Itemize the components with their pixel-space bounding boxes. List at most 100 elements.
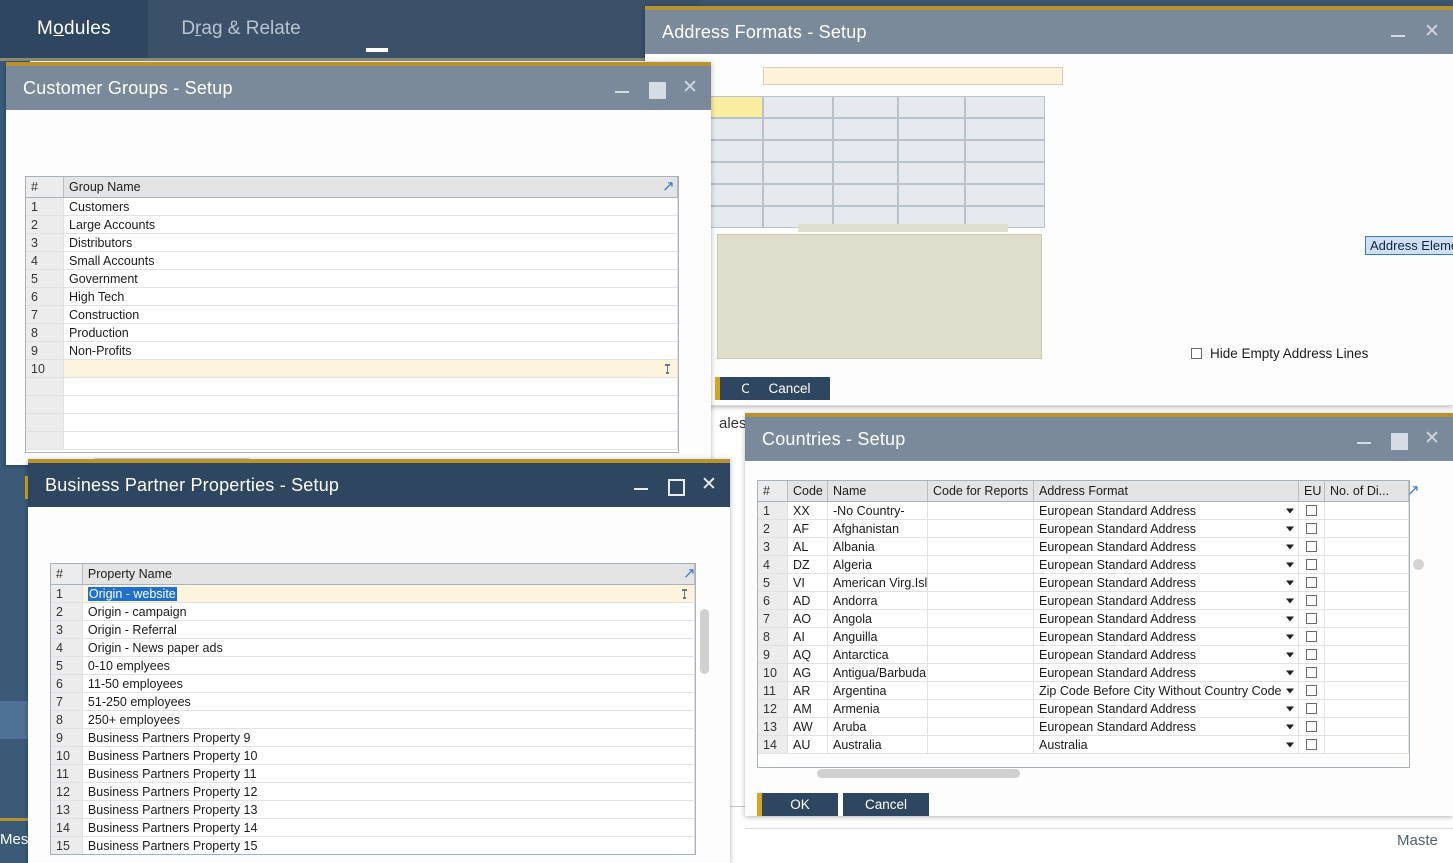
cell-address-format[interactable]: European Standard Address bbox=[1034, 628, 1299, 645]
cell-address-format[interactable]: European Standard Address bbox=[1034, 502, 1299, 519]
cell-group-name[interactable]: High Tech bbox=[64, 288, 678, 305]
table-row[interactable]: 15Business Partners Property 15 bbox=[51, 837, 695, 855]
countries-grid[interactable]: # Code Name Code for Reports Address For… bbox=[757, 480, 1410, 768]
cell-property-name[interactable]: 51-250 employees bbox=[83, 693, 695, 710]
cockpit-item-master[interactable]: Maste bbox=[1397, 832, 1438, 849]
table-row[interactable]: 6High Tech bbox=[26, 288, 678, 306]
chevron-down-icon[interactable] bbox=[1286, 508, 1294, 513]
customer-groups-grid[interactable]: # Group Name 1Customers2Large Accounts3D… bbox=[25, 176, 679, 453]
cell-group-name[interactable]: Government bbox=[64, 270, 678, 287]
cell-group-name[interactable] bbox=[64, 432, 678, 449]
cell-code-for-reports[interactable] bbox=[928, 628, 1034, 645]
cell-address-format[interactable]: European Standard Address bbox=[1034, 538, 1299, 555]
address-format-cell[interactable] bbox=[833, 96, 898, 118]
cell-eu[interactable] bbox=[1299, 592, 1325, 609]
menu-modules[interactable]: Modules bbox=[0, 0, 148, 58]
cell-name[interactable]: -No Country- bbox=[828, 502, 928, 519]
chevron-down-icon[interactable] bbox=[1286, 526, 1294, 531]
chevron-down-icon[interactable] bbox=[1286, 616, 1294, 621]
table-row[interactable]: 9Business Partners Property 9 bbox=[51, 729, 695, 747]
table-row[interactable]: 3ALAlbaniaEuropean Standard Address bbox=[758, 538, 1409, 556]
table-row[interactable]: 12Business Partners Property 12 bbox=[51, 783, 695, 801]
eu-checkbox[interactable] bbox=[1306, 703, 1317, 714]
bpp-vscrollbar[interactable] bbox=[700, 609, 709, 674]
cell-name[interactable]: Argentina bbox=[828, 682, 928, 699]
table-row[interactable]: 8AIAnguillaEuropean Standard Address bbox=[758, 628, 1409, 646]
cell-property-name[interactable]: Business Partners Property 11 bbox=[83, 765, 695, 782]
table-row[interactable]: 611-50 employees bbox=[51, 675, 695, 693]
table-row[interactable]: 10Business Partners Property 10 bbox=[51, 747, 695, 765]
table-row[interactable]: 50-10 emplyees bbox=[51, 657, 695, 675]
eu-checkbox[interactable] bbox=[1306, 649, 1317, 660]
minimize-icon[interactable] bbox=[632, 476, 650, 494]
address-format-cell[interactable] bbox=[763, 140, 833, 162]
eu-checkbox[interactable] bbox=[1306, 685, 1317, 696]
chevron-down-icon[interactable] bbox=[1286, 706, 1294, 711]
topbar-minimize-dash[interactable] bbox=[366, 48, 388, 52]
cell-code-for-reports[interactable] bbox=[928, 610, 1034, 627]
cell-no-of-digits[interactable] bbox=[1325, 628, 1409, 645]
cell-address-format[interactable]: European Standard Address bbox=[1034, 664, 1299, 681]
cell-property-name[interactable]: Origin - campaign bbox=[83, 603, 695, 620]
table-row[interactable]: 14Business Partners Property 14 bbox=[51, 819, 695, 837]
table-row[interactable]: 1XX-No Country-European Standard Address bbox=[758, 502, 1409, 520]
cell-code[interactable]: DZ bbox=[788, 556, 828, 573]
cell-name[interactable]: Albania bbox=[828, 538, 928, 555]
cell-eu[interactable] bbox=[1299, 646, 1325, 663]
address-format-cell[interactable] bbox=[833, 184, 898, 206]
table-row[interactable]: 751-250 employees bbox=[51, 693, 695, 711]
cell-code[interactable]: AR bbox=[788, 682, 828, 699]
cell-address-format[interactable]: European Standard Address bbox=[1034, 520, 1299, 537]
cell-property-name[interactable]: Origin - Referral bbox=[83, 621, 695, 638]
address-format-cell[interactable] bbox=[965, 184, 1045, 206]
left-rail-active-item[interactable] bbox=[0, 701, 30, 739]
cell-code-for-reports[interactable] bbox=[928, 736, 1034, 753]
cell-property-name[interactable]: 11-50 employees bbox=[83, 675, 695, 692]
table-row[interactable]: 10AGAntigua/BarbudaEuropean Standard Add… bbox=[758, 664, 1409, 682]
address-format-cell[interactable] bbox=[965, 96, 1045, 118]
table-row[interactable]: 1Origin - website bbox=[51, 585, 695, 603]
menu-drag-relate[interactable]: Drag & Relate bbox=[148, 0, 334, 58]
maximize-icon[interactable] bbox=[666, 476, 684, 494]
cell-eu[interactable] bbox=[1299, 556, 1325, 573]
cell-name[interactable]: Antigua/Barbuda bbox=[828, 664, 928, 681]
table-row[interactable]: 6ADAndorraEuropean Standard Address bbox=[758, 592, 1409, 610]
cell-code-for-reports[interactable] bbox=[928, 502, 1034, 519]
address-format-name-field[interactable] bbox=[763, 67, 1063, 85]
expand-grid-icon[interactable]: ↗ bbox=[662, 177, 675, 195]
cell-address-format[interactable]: European Standard Address bbox=[1034, 700, 1299, 717]
bpp-grid[interactable]: # Property Name 1Origin - website2Origin… bbox=[50, 563, 696, 855]
cell-no-of-digits[interactable] bbox=[1325, 538, 1409, 555]
cell-code-for-reports[interactable] bbox=[928, 646, 1034, 663]
cell-property-name[interactable]: Business Partners Property 9 bbox=[83, 729, 695, 746]
countries-titlebar[interactable]: Countries - Setup ✕ bbox=[745, 417, 1453, 461]
table-row[interactable]: 10 bbox=[26, 360, 678, 378]
cell-no-of-digits[interactable] bbox=[1325, 574, 1409, 591]
expand-grid-icon[interactable]: ↗ bbox=[1407, 481, 1420, 499]
table-row[interactable]: 8250+ employees bbox=[51, 711, 695, 729]
cell-name[interactable]: Andorra bbox=[828, 592, 928, 609]
cell-property-name[interactable]: 0-10 emplyees bbox=[83, 657, 695, 674]
cell-code-for-reports[interactable] bbox=[928, 700, 1034, 717]
bpp-titlebar[interactable]: Business Partner Properties - Setup ✕ bbox=[28, 463, 730, 507]
cell-code[interactable]: XX bbox=[788, 502, 828, 519]
address-format-cell[interactable] bbox=[898, 184, 965, 206]
eu-checkbox[interactable] bbox=[1306, 523, 1317, 534]
cell-code-for-reports[interactable] bbox=[928, 556, 1034, 573]
table-row[interactable]: 9Non-Profits bbox=[26, 342, 678, 360]
cell-property-name[interactable]: Business Partners Property 14 bbox=[83, 819, 695, 836]
address-format-cell[interactable] bbox=[763, 184, 833, 206]
address-format-cell[interactable] bbox=[763, 118, 833, 140]
maximize-icon[interactable] bbox=[647, 79, 665, 97]
cell-code[interactable]: AF bbox=[788, 520, 828, 537]
countries-cancel-button[interactable]: Cancel bbox=[843, 793, 929, 816]
address-format-cell[interactable] bbox=[898, 96, 965, 118]
cell-name[interactable]: Anguilla bbox=[828, 628, 928, 645]
table-row[interactable]: 3Distributors bbox=[26, 234, 678, 252]
cell-property-name[interactable]: Business Partners Property 13 bbox=[83, 801, 695, 818]
cell-address-format[interactable]: European Standard Address bbox=[1034, 646, 1299, 663]
address-format-cell[interactable] bbox=[763, 96, 833, 118]
cell-eu[interactable] bbox=[1299, 718, 1325, 735]
chevron-down-icon[interactable] bbox=[1286, 598, 1294, 603]
close-icon[interactable]: ✕ bbox=[1423, 430, 1441, 448]
